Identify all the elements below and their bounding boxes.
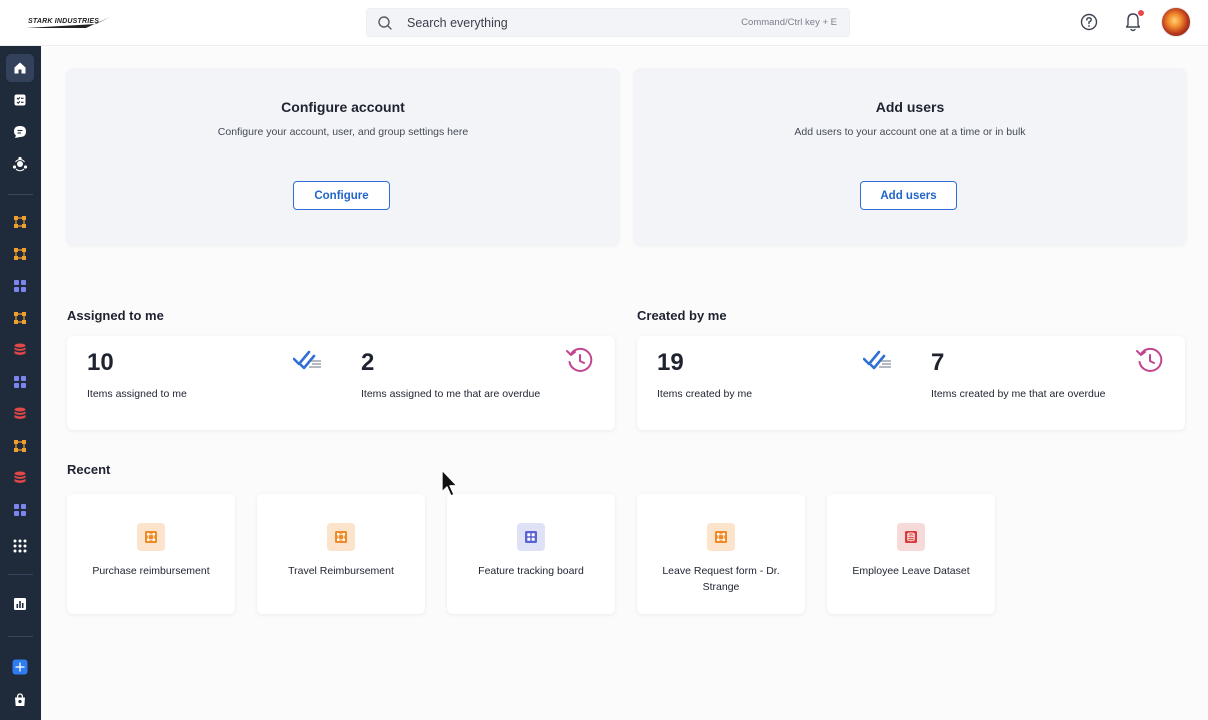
sidebar-divider <box>8 636 33 637</box>
stat-created[interactable]: 19 Items created by me <box>637 336 907 430</box>
configure-account-title: Configure account <box>281 99 405 115</box>
configure-account-description: Configure your account, user, and group … <box>217 126 469 138</box>
recent-item[interactable]: Employee Leave Dataset <box>827 494 995 614</box>
stat-created-overdue[interactable]: 7 Items created by me that are overdue <box>911 336 1181 430</box>
hub-icon <box>12 156 28 172</box>
stat-assigned-overdue[interactable]: 2 Items assigned to me that are overdue <box>341 336 611 430</box>
board-icon <box>517 523 545 551</box>
recent-item[interactable]: Travel Reimbursement <box>257 494 425 614</box>
sidebar-item-all-apps[interactable] <box>6 532 34 560</box>
dataset-icon <box>14 407 26 419</box>
sidebar-item-integrations[interactable] <box>6 150 34 178</box>
tasks-icon <box>14 94 26 106</box>
user-avatar[interactable] <box>1161 7 1191 37</box>
main-content: Configure account Configure your account… <box>41 47 1208 720</box>
top-bar: STARK INDUSTRIES Command/Ctrl key + E <box>0 0 1208 46</box>
checklist-icon <box>293 350 321 370</box>
help-icon[interactable] <box>1079 12 1099 32</box>
recent-item[interactable]: Feature tracking board <box>447 494 615 614</box>
stat-label: Items assigned to me <box>87 388 187 400</box>
chat-icon <box>14 126 26 138</box>
notification-badge <box>1137 9 1145 17</box>
configure-button[interactable]: Configure <box>293 181 390 210</box>
bar-chart-icon <box>14 598 26 610</box>
mouse-cursor-icon <box>441 469 458 497</box>
overdue-clock-icon <box>566 347 593 372</box>
sidebar-item-dataset-3[interactable] <box>6 464 34 492</box>
recent-item-label: Feature tracking board <box>478 565 584 577</box>
recent-item[interactable]: Leave Request form - Dr. Strange <box>637 494 805 614</box>
search-bar[interactable]: Command/Ctrl key + E <box>366 8 850 37</box>
sidebar-item-workflow-2[interactable] <box>6 240 34 268</box>
company-logo[interactable]: STARK INDUSTRIES <box>26 15 110 31</box>
add-users-card: Add users Add users to your account one … <box>633 68 1187 246</box>
sidebar-divider <box>8 194 33 195</box>
stat-label: Items assigned to me that are overdue <box>361 388 541 400</box>
recent-item-label: Purchase reimbursement <box>92 565 210 577</box>
search-icon <box>378 16 392 30</box>
assigned-section-title: Assigned to me <box>67 308 164 323</box>
overdue-clock-icon <box>1136 347 1163 372</box>
shopping-bag-icon <box>15 693 25 706</box>
sidebar-item-create[interactable] <box>6 653 34 681</box>
dataset-icon <box>14 471 26 483</box>
stat-value: 10 <box>87 349 114 376</box>
board-icon <box>14 376 26 388</box>
board-icon <box>14 280 26 292</box>
sidebar-item-board-1[interactable] <box>6 272 34 300</box>
recent-section-title: Recent <box>67 462 111 477</box>
sidebar-item-board-2[interactable] <box>6 368 34 396</box>
dataset-icon <box>14 343 26 355</box>
home-icon <box>14 62 26 74</box>
stat-label: Items created by me that are overdue <box>931 388 1106 400</box>
stat-value: 7 <box>931 349 945 376</box>
recent-item-label: Employee Leave Dataset <box>852 565 970 577</box>
workflow-icon <box>707 523 735 551</box>
workflow-icon <box>14 216 26 228</box>
created-section-title: Created by me <box>637 308 727 323</box>
sidebar-item-home[interactable] <box>6 54 34 82</box>
workflow-icon <box>14 312 26 324</box>
sidebar-divider <box>8 574 33 575</box>
add-users-description: Add users to your account one at a time … <box>794 126 1026 138</box>
grid-icon <box>13 539 27 553</box>
stat-label: Items created by me <box>657 388 753 400</box>
sidebar-item-workflow-1[interactable] <box>6 208 34 236</box>
add-users-title: Add users <box>875 99 945 115</box>
board-icon <box>14 504 26 516</box>
sidebar-item-chat[interactable] <box>6 118 34 146</box>
sidebar-item-reports[interactable] <box>6 590 34 618</box>
recent-item-label: Leave Request form - Dr. Strange <box>662 565 780 593</box>
recent-item[interactable]: Purchase reimbursement <box>67 494 235 614</box>
workflow-icon <box>327 523 355 551</box>
plus-icon <box>12 659 28 675</box>
stat-value: 19 <box>657 349 684 376</box>
workflow-icon <box>14 440 26 452</box>
sidebar-item-dataset-1[interactable] <box>6 336 34 364</box>
search-shortcut-hint: Command/Ctrl key + E <box>741 17 837 28</box>
sidebar-item-tasks[interactable] <box>6 86 34 114</box>
sidebar-item-marketplace[interactable] <box>6 686 34 714</box>
recent-item-label: Travel Reimbursement <box>288 565 394 577</box>
stat-value: 2 <box>361 349 375 376</box>
sidebar <box>0 46 41 720</box>
search-input[interactable] <box>407 13 707 33</box>
workflow-icon <box>14 248 26 260</box>
sidebar-item-dataset-2[interactable] <box>6 400 34 428</box>
sidebar-item-workflow-3[interactable] <box>6 304 34 332</box>
workflow-icon <box>137 523 165 551</box>
assigned-stats-card: 10 Items assigned to me 2 Items assigned… <box>67 336 615 430</box>
sidebar-item-workflow-4[interactable] <box>6 432 34 460</box>
dataset-icon <box>897 523 925 551</box>
sidebar-item-board-3[interactable] <box>6 496 34 524</box>
logo-text: STARK INDUSTRIES <box>28 18 100 25</box>
checklist-icon <box>863 350 891 370</box>
add-users-button[interactable]: Add users <box>860 181 957 210</box>
created-stats-card: 19 Items created by me 7 Items created b… <box>637 336 1185 430</box>
configure-account-card: Configure account Configure your account… <box>66 68 620 246</box>
stat-assigned[interactable]: 10 Items assigned to me <box>67 336 337 430</box>
